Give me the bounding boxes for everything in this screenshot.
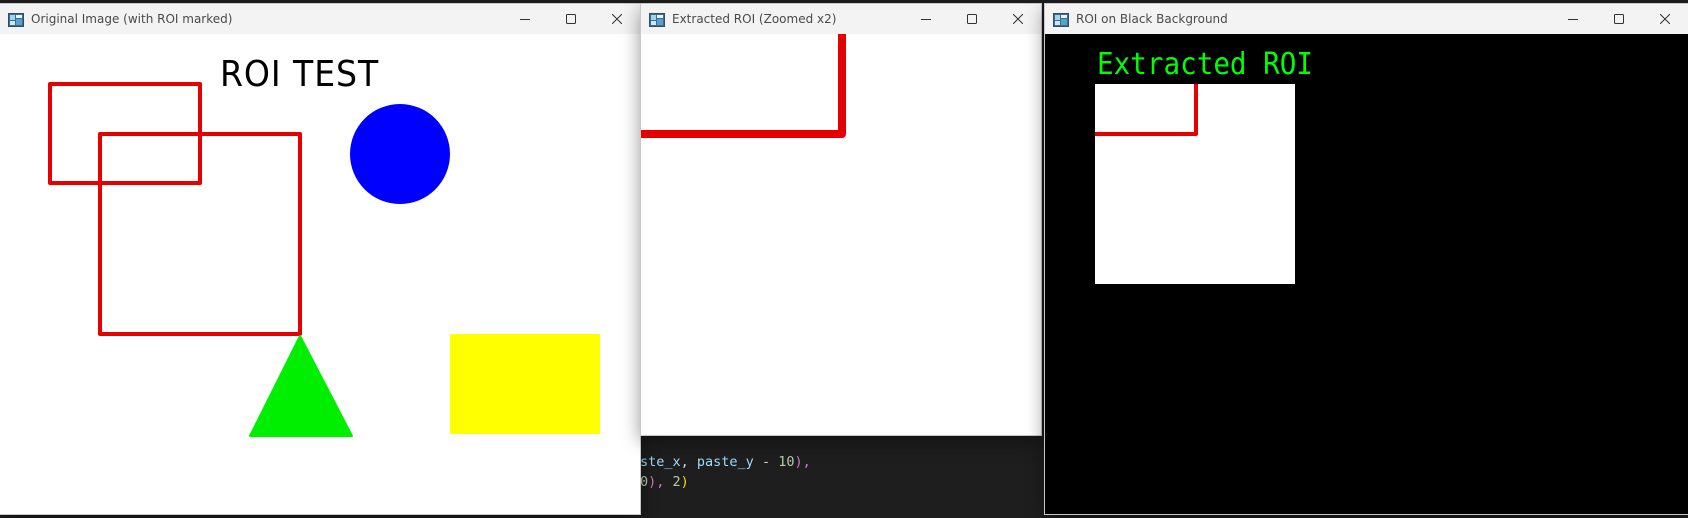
close-button[interactable] <box>594 4 640 34</box>
opencv-window-icon <box>1053 12 1069 27</box>
minimize-icon <box>1568 19 1578 20</box>
window-title: ROI on Black Background <box>1076 12 1228 26</box>
minimize-button[interactable] <box>1550 4 1596 34</box>
black-background-canvas[interactable]: Extracted ROI <box>1045 34 1688 514</box>
original-image-window[interactable]: Original Image (with ROI marked) ROI TES… <box>0 4 640 514</box>
zoomed-roi-canvas[interactable] <box>641 34 1041 435</box>
green-triangle <box>249 335 353 437</box>
zoomed-roi-corner-line <box>641 34 846 138</box>
titlebar[interactable]: Original Image (with ROI marked) <box>0 4 640 34</box>
close-button[interactable] <box>995 4 1041 34</box>
maximize-button[interactable] <box>548 4 594 34</box>
minimize-icon <box>520 19 530 20</box>
titlebar[interactable]: Extracted ROI (Zoomed x2) <box>641 4 1041 34</box>
code-line-2: 0), 2) <box>640 474 689 490</box>
window-title: Extracted ROI (Zoomed x2) <box>672 12 837 26</box>
close-icon <box>612 14 622 24</box>
original-image-drawing <box>48 82 600 437</box>
minimize-icon <box>921 19 931 20</box>
maximize-icon <box>1614 14 1624 24</box>
maximize-icon <box>566 14 576 24</box>
roi-black-background-window[interactable]: ROI on Black Background Extracted ROI <box>1045 4 1688 514</box>
code-line-1: ste_x, paste_y - 10), <box>640 454 811 470</box>
maximize-button[interactable] <box>1596 4 1642 34</box>
minimize-button[interactable] <box>502 4 548 34</box>
maximize-icon <box>967 14 977 24</box>
close-icon <box>1013 14 1023 24</box>
black-background-drawing <box>1095 84 1295 284</box>
close-icon <box>1660 14 1670 24</box>
zoomed-roi-drawing <box>641 34 846 138</box>
image-canvas[interactable]: ROI TEST <box>0 34 640 514</box>
opencv-window-icon <box>8 12 24 27</box>
extracted-roi-window[interactable]: Extracted ROI (Zoomed x2) <box>641 4 1041 435</box>
yellow-rectangle <box>450 334 600 434</box>
titlebar[interactable]: ROI on Black Background <box>1045 4 1688 34</box>
close-button[interactable] <box>1642 4 1688 34</box>
opencv-window-icon <box>649 12 665 27</box>
code-editor-fragment: ste_x, paste_y - 10), 0), 2) <box>636 452 1036 518</box>
minimize-button[interactable] <box>903 4 949 34</box>
maximize-button[interactable] <box>949 4 995 34</box>
window-title: Original Image (with ROI marked) <box>31 12 233 26</box>
blue-circle <box>350 104 450 204</box>
